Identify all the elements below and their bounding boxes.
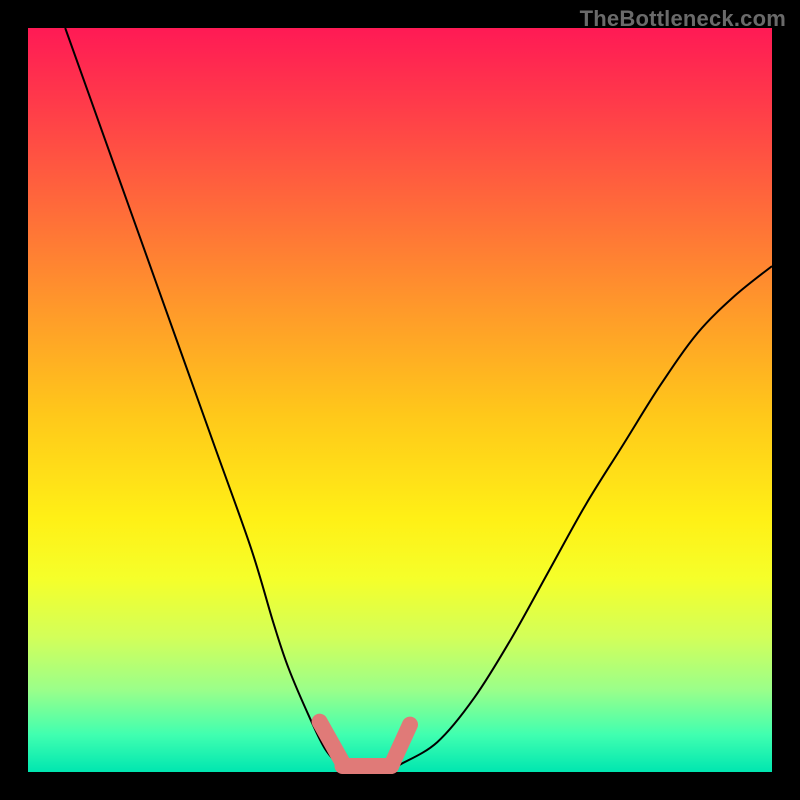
plot-area: [28, 28, 772, 772]
chart-frame: TheBottleneck.com: [0, 0, 800, 800]
curve-layer: [28, 28, 772, 772]
bottleneck-curve: [65, 28, 772, 773]
watermark-text: TheBottleneck.com: [580, 6, 786, 32]
